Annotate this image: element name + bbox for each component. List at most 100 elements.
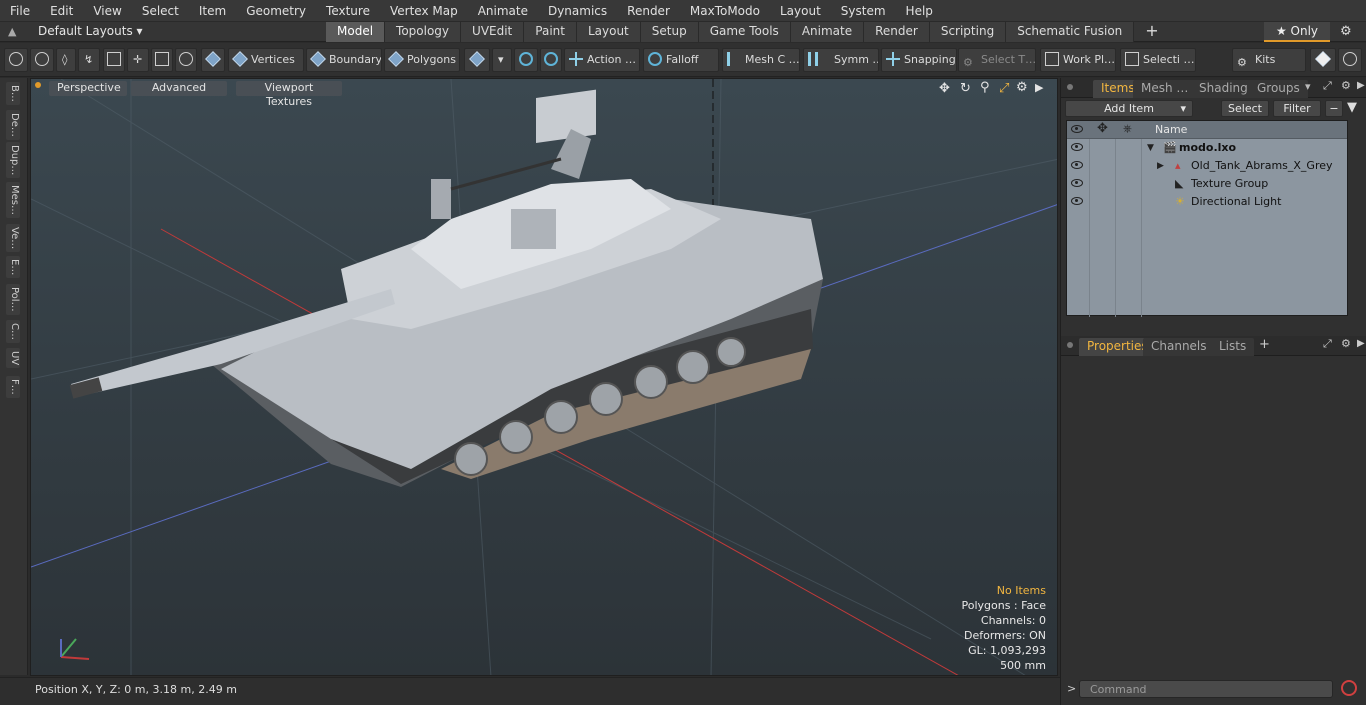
add-tab-icon[interactable]: + <box>1259 337 1270 352</box>
tab-scripting[interactable]: Scripting <box>929 22 1007 42</box>
select-circle-icon[interactable] <box>4 48 28 72</box>
globe-icon[interactable] <box>30 48 54 72</box>
maximize-view-icon[interactable]: ⤢ <box>999 81 1009 96</box>
list-item-directional-light[interactable]: ☀ Directional Light <box>1067 193 1347 211</box>
record-macro-icon[interactable] <box>1341 680 1357 696</box>
expand-arrow-icon[interactable]: ▶ <box>1157 157 1164 175</box>
menu-dynamics[interactable]: Dynamics <box>538 4 617 18</box>
menu-maxtomodo[interactable]: MaxToModo <box>680 4 770 18</box>
strip-tab-basic[interactable]: B… <box>6 82 20 105</box>
tab-groups[interactable]: Groups <box>1249 80 1308 98</box>
list-item-modo-lxo[interactable]: ▼ 🎬 modo.lxo <box>1067 139 1347 157</box>
menu-vertex-map[interactable]: Vertex Map <box>380 4 468 18</box>
add-tab-icon[interactable]: + <box>1134 22 1169 42</box>
move-view-icon[interactable]: ✥ <box>939 81 950 96</box>
strip-tab-vertex[interactable]: Ve… <box>6 224 20 253</box>
command-input[interactable]: Command <box>1079 680 1333 698</box>
mesh-constraint-button[interactable]: Mesh C … <box>722 48 800 72</box>
visibility-eye-icon[interactable] <box>1071 161 1083 169</box>
tab-uvedit[interactable]: UVEdit <box>461 22 525 42</box>
filter-button[interactable]: Filter <box>1273 100 1321 117</box>
unreal-icon[interactable] <box>1338 48 1362 72</box>
material-mode-icon[interactable] <box>464 48 490 72</box>
tab-lists[interactable]: Lists <box>1211 338 1255 356</box>
list-item-tank[interactable]: ▶ ▴ Old_Tank_Abrams_X_Grey <box>1067 157 1347 175</box>
visibility-eye-icon[interactable] <box>1071 143 1083 151</box>
list-item-texture-group[interactable]: ◣ Texture Group <box>1067 175 1347 193</box>
viewport-expand-icon[interactable]: ▶ <box>1035 81 1043 94</box>
menu-view[interactable]: View <box>83 4 131 18</box>
tabs-dropdown-icon[interactable]: ▾ <box>1305 80 1311 93</box>
tab-model[interactable]: Model <box>326 22 386 42</box>
sculpt-icon[interactable]: ↯ <box>78 48 100 72</box>
tab-game-tools[interactable]: Game Tools <box>698 22 791 42</box>
panel-expand-icon[interactable]: ⤢ <box>1323 79 1332 93</box>
strip-tab-fusion[interactable]: F… <box>6 376 20 398</box>
menu-system[interactable]: System <box>831 4 896 18</box>
strip-tab-deform[interactable]: De… <box>6 110 20 140</box>
tab-render[interactable]: Render <box>864 22 930 42</box>
visibility-eye-icon[interactable] <box>1071 197 1083 205</box>
tab-paint[interactable]: Paint <box>524 22 577 42</box>
boundary-button[interactable]: Boundary <box>306 48 382 72</box>
menu-help[interactable]: Help <box>896 4 943 18</box>
home-icon[interactable]: ▲ <box>8 25 16 38</box>
3d-viewport[interactable]: Perspective Advanced Viewport Textures ✥… <box>30 78 1058 676</box>
panel-arrow-icon[interactable]: ▶ <box>1357 338 1365 349</box>
menu-animate[interactable]: Animate <box>468 4 538 18</box>
strip-tab-mesh-edit[interactable]: Mes… <box>6 182 20 218</box>
perspective-dropdown[interactable]: Perspective <box>49 81 127 96</box>
expand-arrow-icon[interactable]: ▼ <box>1147 139 1154 157</box>
grid-icon[interactable]: ✛ <box>127 48 149 72</box>
panel-gear-icon[interactable]: ⚙ <box>1341 337 1351 350</box>
unity-icon[interactable] <box>1310 48 1336 72</box>
pivot-shield-icon[interactable] <box>540 48 562 72</box>
box-select-icon[interactable] <box>151 48 173 72</box>
collapse-icon[interactable]: − <box>1325 100 1343 117</box>
panel-expand-icon[interactable]: ⤢ <box>1323 337 1332 351</box>
funnel-icon[interactable]: ▼ <box>1347 100 1357 115</box>
zoom-view-icon[interactable]: ⚲ <box>980 80 990 95</box>
tab-schematic-fusion[interactable]: Schematic Fusion <box>1006 22 1135 42</box>
tab-animate[interactable]: Animate <box>790 22 865 42</box>
tab-topology[interactable]: Topology <box>385 22 462 42</box>
strip-tab-curve[interactable]: C… <box>6 320 20 343</box>
item-mode-icon[interactable] <box>201 48 225 72</box>
selection-sets-button[interactable]: Selecti … <box>1120 48 1196 72</box>
visibility-eye-icon[interactable] <box>1071 179 1083 187</box>
tab-layout[interactable]: Layout <box>576 22 641 42</box>
tab-channels[interactable]: Channels <box>1143 338 1215 356</box>
only-toggle[interactable]: ★ Only <box>1264 22 1330 42</box>
panel-arrow-icon[interactable]: ▶ <box>1357 80 1365 91</box>
falloff-button[interactable]: Falloff <box>643 48 719 72</box>
mode-dropdown-icon[interactable]: ▾ <box>492 48 512 72</box>
add-item-dropdown[interactable]: Add Item ▾ <box>1065 100 1193 117</box>
strip-tab-uv[interactable]: UV <box>6 348 20 369</box>
tab-setup[interactable]: Setup <box>640 22 699 42</box>
tab-mesh[interactable]: Mesh … <box>1133 80 1197 98</box>
gear-icon[interactable]: ⚙ <box>1340 24 1352 39</box>
menu-edit[interactable]: Edit <box>40 4 83 18</box>
panel-gear-icon[interactable]: ⚙ <box>1341 79 1351 92</box>
viewport-gear-icon[interactable]: ⚙ <box>1016 80 1028 95</box>
strip-tab-polygon[interactable]: Pol… <box>6 284 20 315</box>
menu-item[interactable]: Item <box>189 4 236 18</box>
clock-icon[interactable] <box>175 48 197 72</box>
menu-geometry[interactable]: Geometry <box>236 4 316 18</box>
strip-tab-duplicate[interactable]: Dup… <box>6 142 20 179</box>
menu-file[interactable]: File <box>0 4 40 18</box>
select-through-button[interactable]: ⚙ Select T… <box>958 48 1036 72</box>
default-layouts-dropdown[interactable]: Default Layouts ▾ <box>38 24 143 38</box>
symmetry-shield-icon[interactable] <box>514 48 538 72</box>
menu-layout[interactable]: Layout <box>770 4 831 18</box>
align-icon[interactable] <box>103 48 125 72</box>
viewport-textures-dropdown[interactable]: Viewport Textures <box>236 81 342 108</box>
vertices-button[interactable]: Vertices <box>228 48 304 72</box>
rotate-view-icon[interactable]: ↻ <box>960 81 971 96</box>
menu-texture[interactable]: Texture <box>316 4 380 18</box>
polygons-button[interactable]: Polygons <box>384 48 460 72</box>
name-column-header[interactable]: Name <box>1155 123 1187 136</box>
pen-icon[interactable]: ◊ <box>56 48 76 72</box>
select-button[interactable]: Select <box>1221 100 1269 117</box>
menu-select[interactable]: Select <box>132 4 189 18</box>
